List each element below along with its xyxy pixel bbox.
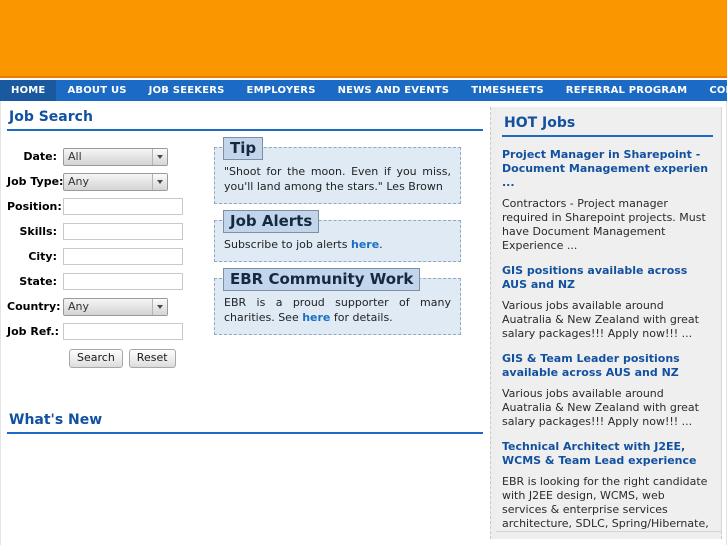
job-type-select[interactable]: Any [63, 172, 168, 191]
info-box-title: Job Alerts [223, 210, 320, 233]
main-navigation: HOME ABOUT US JOB SEEKERS EMPLOYERS NEWS AND… [0, 80, 727, 101]
hot-job-title-link[interactable]: GIS & Team Leader positions available ac… [502, 352, 713, 380]
hot-job-item: GIS & Team Leader positions available ac… [502, 352, 713, 429]
content-area: Job Search Date: All Job Type: Any Position:… [0, 101, 727, 545]
hot-job-item: GIS positions available across AUS and N… [502, 264, 713, 341]
hot-jobs-heading: HOT Jobs [502, 107, 713, 137]
info-box: Job Alerts Subscribe to job alerts here. [214, 210, 461, 262]
skills-input[interactable] [63, 223, 183, 240]
hot-jobs-sidebar: HOT Jobs Project Manager in Sharepoint -… [490, 107, 722, 539]
job-search-heading: Job Search [7, 101, 483, 131]
search-button[interactable]: Search [69, 349, 123, 368]
field-label: Job Ref.: [7, 325, 60, 338]
city-input[interactable] [63, 248, 183, 265]
country-select[interactable]: Any [63, 297, 168, 316]
select-wrapper: All [63, 147, 168, 166]
select-wrapper: Any [63, 172, 168, 191]
hot-job-description: EBR is looking for the right candidate w… [502, 475, 709, 530]
nav-item-contact-us[interactable]: CONTACT US [698, 80, 727, 101]
field-label: Country: [7, 300, 61, 313]
nav-item-news-and-events[interactable]: NEWS AND EVENTS [327, 80, 461, 101]
nav-item-employers[interactable]: EMPLOYERS [236, 80, 327, 101]
date-select[interactable]: All [63, 147, 168, 166]
field-label: Date: [23, 150, 57, 163]
field-label: City: [28, 250, 57, 263]
form-button-row: Search Reset [69, 349, 487, 368]
info-box: Tip "Shoot for the moon. Even if you miss… [214, 137, 461, 204]
hot-job-title-link[interactable]: GIS positions available across AUS and N… [502, 264, 713, 292]
info-box-text: Subscribe to job alerts [224, 238, 351, 251]
position-input[interactable] [63, 198, 183, 215]
info-box-body: "Shoot for the moon. Even if you miss, y… [224, 164, 451, 194]
hot-jobs-list: Project Manager in Sharepoint - Document… [502, 148, 713, 531]
reset-button[interactable]: Reset [128, 349, 176, 368]
hot-job-item: Project Manager in Sharepoint - Document… [502, 148, 713, 253]
info-box-text-tail: . [379, 238, 383, 251]
info-box-group: Tip "Shoot for the moon. Even if you miss… [214, 137, 461, 351]
hot-job-title-link[interactable]: Technical Architect with J2EE, WCMS & Te… [502, 440, 713, 468]
hot-job-description: Various jobs available around Auatralia … [502, 387, 699, 428]
nav-item-referral-program[interactable]: REFERRAL PROGRAM [555, 80, 699, 101]
hot-job-description: Contractors - Project manager required i… [502, 197, 706, 252]
info-box: EBR Community Work EBR is a proud support… [214, 268, 461, 335]
state-input[interactable] [63, 273, 183, 290]
info-box-body: EBR is a proud supporter of many chariti… [224, 295, 451, 325]
info-box-body: Subscribe to job alerts here. [224, 237, 451, 252]
nav-item-about-us[interactable]: ABOUT US [56, 80, 137, 101]
info-box-text: "Shoot for the moon. Even if you miss, y… [224, 165, 451, 193]
hot-job-description: Various jobs available around Auatralia … [502, 299, 699, 340]
page-root: HOME ABOUT US JOB SEEKERS EMPLOYERS NEWS AND… [0, 0, 727, 545]
nav-item-timesheets[interactable]: TIMESHEETS [460, 80, 555, 101]
whats-new-body [7, 434, 487, 554]
info-box-link[interactable]: here [351, 238, 379, 251]
whats-new-heading: What's New [7, 404, 483, 434]
nav-item-job-seekers[interactable]: JOB SEEKERS [138, 80, 236, 101]
job-ref-input[interactable] [63, 323, 183, 340]
hot-jobs-panel: HOT Jobs Project Manager in Sharepoint -… [496, 107, 722, 532]
hot-job-item: Technical Architect with J2EE, WCMS & Te… [502, 440, 713, 531]
field-label: Job Type: [7, 175, 64, 188]
info-box-title: Tip [223, 137, 264, 160]
nav-item-home[interactable]: HOME [0, 80, 57, 101]
site-banner [0, 0, 727, 78]
field-label: Position: [7, 200, 62, 213]
field-label: Skills: [19, 225, 58, 238]
main-column: Job Search Date: All Job Type: Any Position:… [7, 101, 487, 545]
hot-job-title-link[interactable]: Project Manager in Sharepoint - Document… [502, 148, 713, 190]
info-box-title: EBR Community Work [223, 268, 421, 291]
info-box-link[interactable]: here [302, 311, 330, 324]
field-label: State: [19, 275, 57, 288]
info-box-text-tail: for details. [330, 311, 393, 324]
select-wrapper: Any [63, 297, 168, 316]
